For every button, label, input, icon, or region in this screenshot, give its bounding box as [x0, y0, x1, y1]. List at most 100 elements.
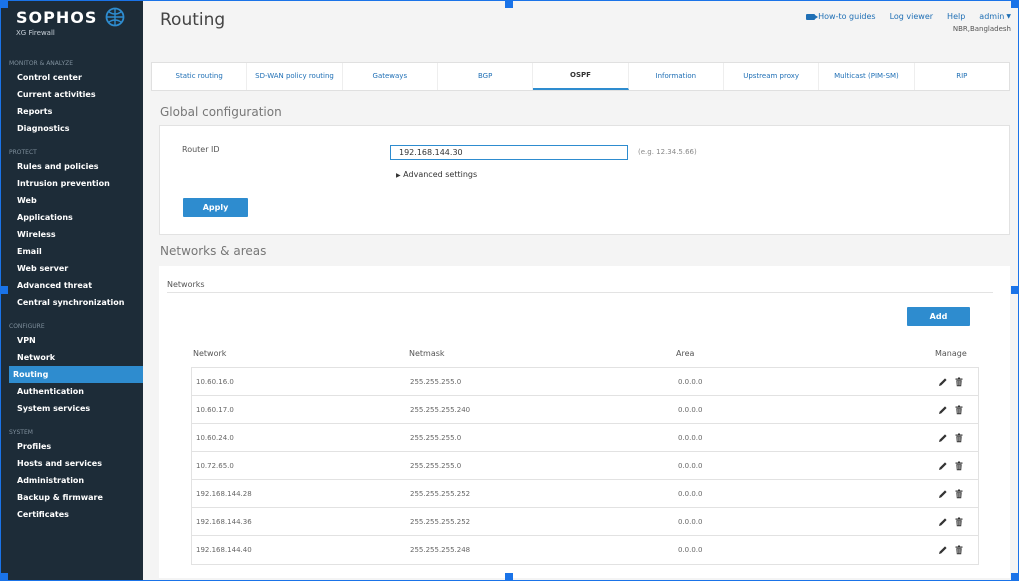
nav-backup-firmware[interactable]: Backup & firmware	[0, 489, 143, 506]
selection-handle[interactable]	[1011, 0, 1019, 8]
tab-static-routing[interactable]: Static routing	[152, 63, 248, 90]
user-menu[interactable]: admin ▼	[979, 12, 1011, 21]
nav-central-synchronization[interactable]: Central synchronization	[0, 294, 143, 311]
tab-ospf[interactable]: OSPF	[533, 63, 629, 90]
selection-handle[interactable]	[0, 0, 8, 8]
nav-advanced-threat[interactable]: Advanced threat	[0, 277, 143, 294]
section-head-system: SYSTEM	[9, 429, 33, 436]
section-head-protect: PROTECT	[9, 149, 37, 156]
networks-areas-title: Networks & areas	[160, 244, 267, 258]
manage-actions	[938, 545, 964, 555]
nav-vpn[interactable]: VPN	[0, 332, 143, 349]
nav-reports[interactable]: Reports	[0, 103, 143, 120]
area-cell: 0.0.0.0	[678, 462, 703, 470]
edit-pencil-icon[interactable]	[938, 405, 948, 415]
advanced-settings-toggle[interactable]: ▶ Advanced settings	[396, 170, 477, 179]
howto-guides-label: How-to guides	[818, 12, 876, 21]
edit-pencil-icon[interactable]	[938, 461, 948, 471]
network-cell: 192.168.144.28	[196, 490, 252, 498]
edit-pencil-icon[interactable]	[938, 433, 948, 443]
router-id-label: Router ID	[182, 145, 220, 154]
network-cell: 10.60.17.0	[196, 406, 234, 414]
network-cell: 192.168.144.36	[196, 518, 252, 526]
nav-control-center[interactable]: Control center	[0, 69, 143, 86]
nav-email[interactable]: Email	[0, 243, 143, 260]
area-cell: 0.0.0.0	[678, 490, 703, 498]
selection-handle[interactable]	[1011, 573, 1019, 581]
networks-subtitle: Networks	[167, 280, 205, 289]
nav-hosts-and-services[interactable]: Hosts and services	[0, 455, 143, 472]
nav-certificates[interactable]: Certificates	[0, 506, 143, 523]
nav-rules-and-policies[interactable]: Rules and policies	[0, 158, 143, 175]
add-network-button[interactable]: Add	[907, 307, 970, 326]
nav-web[interactable]: Web	[0, 192, 143, 209]
log-viewer-link[interactable]: Log viewer	[890, 12, 933, 21]
delete-trash-icon[interactable]	[954, 405, 964, 415]
global-config-panel: Router ID 192.168.144.30 (e.g. 12.34.5.6…	[159, 125, 1010, 235]
area-cell: 0.0.0.0	[678, 546, 703, 554]
nav-administration[interactable]: Administration	[0, 472, 143, 489]
brand-name: SOPHOS	[16, 7, 98, 27]
netmask-cell: 255.255.255.240	[410, 406, 471, 414]
global-config-title: Global configuration	[160, 105, 282, 119]
selection-handle[interactable]	[505, 573, 513, 581]
manage-actions	[938, 433, 964, 443]
apply-button[interactable]: Apply	[183, 198, 248, 217]
sidebar: SOPHOS XG Firewall MONITOR & ANALYZE Con…	[0, 0, 143, 581]
nav-intrusion-prevention[interactable]: Intrusion prevention	[0, 175, 143, 192]
selection-handle[interactable]	[505, 0, 513, 8]
edit-pencil-icon[interactable]	[938, 517, 948, 527]
help-link[interactable]: Help	[947, 12, 965, 21]
table-row: 10.60.24.0 255.255.255.0 0.0.0.0	[192, 424, 978, 452]
tab-information[interactable]: Information	[629, 63, 724, 90]
tab-gateways[interactable]: Gateways	[343, 63, 438, 90]
nav-routing[interactable]: Routing	[9, 366, 143, 383]
router-id-input[interactable]: 192.168.144.30	[390, 145, 628, 160]
delete-trash-icon[interactable]	[954, 433, 964, 443]
nav-applications[interactable]: Applications	[0, 209, 143, 226]
delete-trash-icon[interactable]	[954, 489, 964, 499]
nav-network[interactable]: Network	[0, 349, 143, 366]
advanced-settings-label: Advanced settings	[403, 170, 478, 179]
selection-handle[interactable]	[0, 286, 8, 294]
delete-trash-icon[interactable]	[954, 517, 964, 527]
nav-monitor: MONITOR & ANALYZE Control center Current…	[0, 59, 143, 137]
tab-upstream-proxy[interactable]: Upstream proxy	[724, 63, 820, 90]
tab-bgp[interactable]: BGP	[438, 63, 534, 90]
selection-handle[interactable]	[0, 573, 8, 581]
tab-sdwan-policy-routing[interactable]: SD-WAN policy routing	[247, 63, 343, 90]
edit-pencil-icon[interactable]	[938, 489, 948, 499]
tab-rip[interactable]: RIP	[915, 63, 1009, 90]
howto-guides-link[interactable]: How-to guides	[806, 12, 876, 21]
area-cell: 0.0.0.0	[678, 406, 703, 414]
netmask-cell: 255.255.255.0	[410, 378, 462, 386]
manage-actions	[938, 489, 964, 499]
area-cell: 0.0.0.0	[678, 518, 703, 526]
section-head-configure: CONFIGURE	[9, 323, 45, 330]
delete-trash-icon[interactable]	[954, 377, 964, 387]
nav-system-services[interactable]: System services	[0, 400, 143, 417]
nav-authentication[interactable]: Authentication	[0, 383, 143, 400]
delete-trash-icon[interactable]	[954, 545, 964, 555]
nav-web-server[interactable]: Web server	[0, 260, 143, 277]
area-cell: 0.0.0.0	[678, 434, 703, 442]
edit-pencil-icon[interactable]	[938, 377, 948, 387]
edit-pencil-icon[interactable]	[938, 545, 948, 555]
tab-multicast[interactable]: Multicast (PIM-SM)	[819, 63, 915, 90]
netmask-cell: 255.255.255.252	[410, 490, 471, 498]
manage-actions	[938, 517, 964, 527]
routing-tabs: Static routing SD-WAN policy routing Gat…	[151, 62, 1010, 91]
col-network: Network	[193, 349, 227, 358]
table-row: 10.60.16.0 255.255.255.0 0.0.0.0	[192, 368, 978, 396]
nav-profiles[interactable]: Profiles	[0, 438, 143, 455]
user-location: NBR,Bangladesh	[952, 25, 1011, 33]
networks-divider	[167, 292, 993, 293]
nav-wireless[interactable]: Wireless	[0, 226, 143, 243]
netmask-cell: 255.255.255.248	[410, 546, 471, 554]
nav-diagnostics[interactable]: Diagnostics	[0, 120, 143, 137]
table-row: 192.168.144.36 255.255.255.252 0.0.0.0	[192, 508, 978, 536]
selection-handle[interactable]	[1011, 286, 1019, 294]
delete-trash-icon[interactable]	[954, 461, 964, 471]
netmask-cell: 255.255.255.252	[410, 518, 471, 526]
nav-current-activities[interactable]: Current activities	[0, 86, 143, 103]
